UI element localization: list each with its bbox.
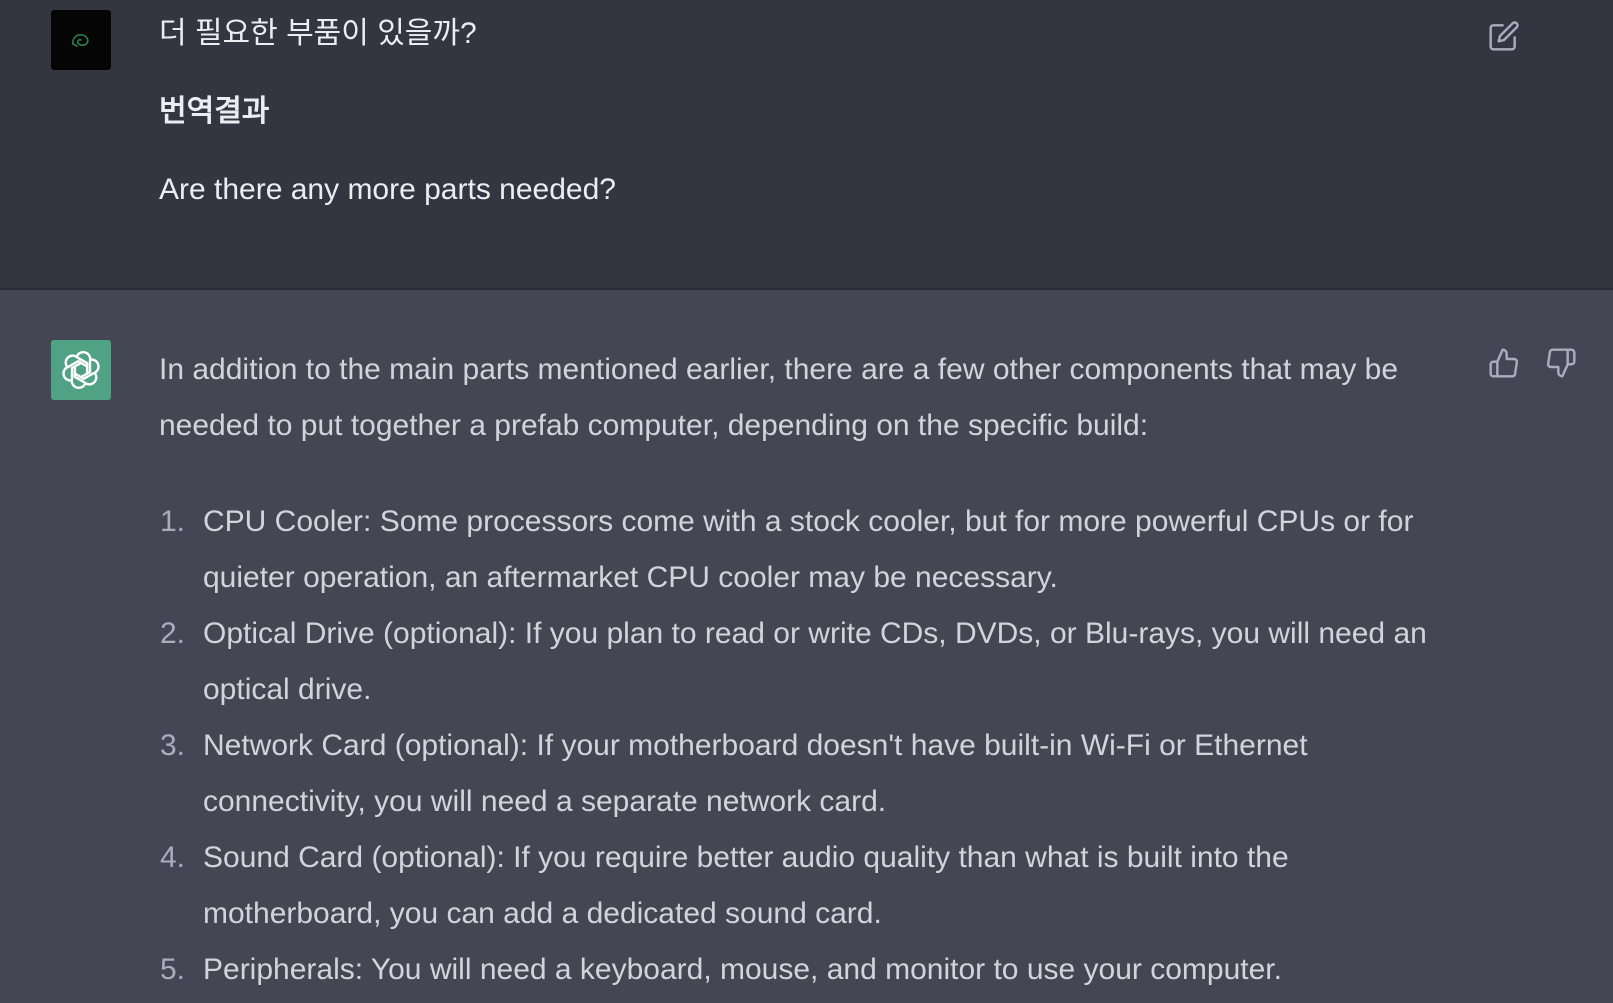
edit-icon — [1489, 21, 1519, 51]
translation-heading: 번역결과 — [159, 95, 270, 128]
thumbs-down-icon — [1546, 348, 1576, 378]
answer-intro: In addition to the main parts mentioned … — [159, 353, 1399, 442]
list-item-text: CPU Cooler: Some processors come with a … — [203, 505, 1414, 594]
user-message: 더 필요한 부품이 있을까? 번역결과 Are there any more p… — [0, 0, 1613, 290]
parts-list: 1. CPU Cooler: Some processors come with … — [159, 494, 1469, 998]
thumbs-up-icon — [1489, 348, 1519, 378]
thumbs-up-button[interactable] — [1486, 345, 1522, 381]
assistant-message: In addition to the main parts mentioned … — [0, 290, 1613, 1003]
list-item: 2. Optical Drive (optional): If you plan … — [159, 606, 1469, 718]
assistant-avatar — [51, 340, 111, 400]
list-item: 3. Network Card (optional): If your mothe… — [159, 718, 1469, 830]
list-number: 5. — [159, 953, 185, 986]
user-translation: Are there any more parts needed? — [159, 173, 616, 206]
openai-logo-icon — [62, 350, 100, 390]
list-item: 4. Sound Card (optional): If you require … — [159, 830, 1469, 942]
assistant-answer: In addition to the main parts mentioned … — [159, 342, 1469, 998]
user-question: 더 필요한 부품이 있을까? — [159, 17, 477, 50]
list-number: 3. — [159, 729, 185, 762]
thumbs-down-button[interactable] — [1543, 345, 1579, 381]
list-item: 1. CPU Cooler: Some processors come with … — [159, 494, 1469, 606]
user-avatar-icon — [72, 34, 89, 47]
list-number: 1. — [159, 505, 185, 538]
list-item: 5. Peripherals: You will need a keyboard,… — [159, 942, 1469, 998]
list-number: 4. — [159, 841, 185, 874]
list-item-text: Peripherals: You will need a keyboard, m… — [203, 953, 1282, 986]
list-number: 2. — [159, 617, 185, 650]
list-item-text: Sound Card (optional): If you require be… — [203, 841, 1289, 930]
list-item-text: Optical Drive (optional): If you plan to… — [203, 617, 1427, 706]
edit-button[interactable] — [1486, 18, 1522, 54]
list-item-text: Network Card (optional): If your motherb… — [203, 729, 1308, 818]
user-avatar — [51, 10, 111, 70]
user-message-text: 더 필요한 부품이 있을까? 번역결과 Are there any more p… — [159, 12, 1459, 212]
